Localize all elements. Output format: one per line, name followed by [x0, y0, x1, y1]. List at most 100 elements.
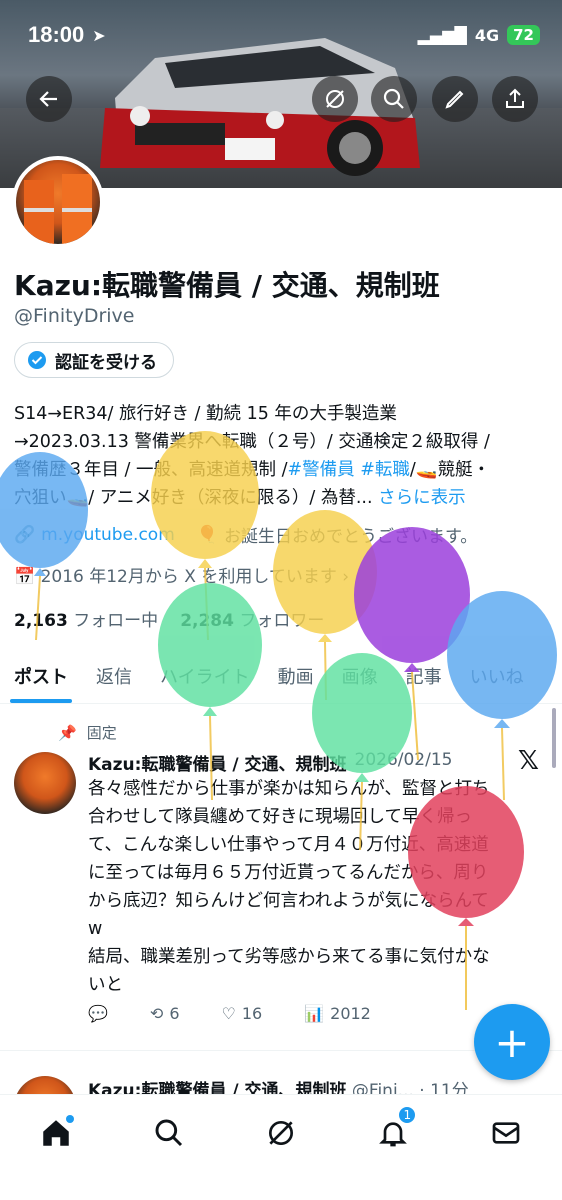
- followers-count: 2,284: [180, 611, 234, 631]
- bio-line: 穴狙い🚤/ アニメ好き（深夜に限る）/ 為替... さらに表示: [14, 484, 554, 512]
- network-label: 4G: [474, 25, 500, 45]
- follow-stats: 2,163 フォロー中 2,284 フォロワー: [14, 606, 324, 631]
- post-line: から底辺？知らんけど何言われようが気にならんて: [88, 891, 489, 911]
- pencil-icon: [445, 90, 464, 109]
- bio-text: /🚤競艇・: [409, 460, 491, 480]
- bio-line: →2023.03.13 警備業界へ転職（２号）/ 交通検定２級取得 /: [14, 432, 490, 452]
- repost-button[interactable]: ⟲ 6: [150, 1004, 180, 1023]
- joined-text: 2016 年12月から X を利用しています: [40, 567, 337, 587]
- following-label: フォロー中: [73, 611, 159, 631]
- nav-notifications[interactable]: 1: [373, 1105, 418, 1153]
- status-time: 18:00: [28, 22, 85, 47]
- bottom-navigation: 1: [0, 1094, 562, 1200]
- bio-text: 穴狙い🚤/ アニメ好き（深夜に限る）/ 為替...: [14, 488, 373, 508]
- pinned-indicator: 📌 固定: [58, 722, 117, 743]
- grok-icon: [268, 1121, 293, 1145]
- tab-posts[interactable]: ポスト: [0, 648, 82, 703]
- following-count: 2,163: [14, 611, 68, 631]
- like-button[interactable]: ♡ 16: [222, 1004, 263, 1023]
- nav-messages[interactable]: [486, 1113, 526, 1153]
- profile-meta: 🔗 m.youtube.com 🎈 お誕生日おめでとうございます。: [14, 522, 478, 548]
- post-text[interactable]: 各々感性だから仕事が楽かは知らんが、監督と打ち 合わせして隊員纏めて好きに現場回…: [88, 775, 550, 999]
- calendar-icon: 📅: [14, 567, 36, 587]
- profile-name: Kazu:転職警備員 / 交通、規制班: [14, 269, 440, 302]
- post-header: Kazu:転職警備員 / 交通、規制班 2026/02/15: [88, 750, 452, 775]
- tab-videos[interactable]: 動画: [264, 648, 328, 703]
- followers-link[interactable]: 2,284 フォロワー: [180, 606, 324, 631]
- tab-articles[interactable]: 記事: [392, 648, 456, 703]
- bio-text: 警備歴３年目 / 一般、高速道規制 /: [14, 460, 288, 480]
- battery-indicator: 72: [507, 25, 540, 45]
- location-icon: ➤: [92, 25, 106, 45]
- edit-button[interactable]: [432, 76, 478, 122]
- post-avatar[interactable]: [14, 752, 76, 814]
- post-line: いと: [88, 975, 123, 995]
- followers-label: フォロワー: [239, 611, 325, 631]
- repost-count: 6: [169, 1004, 180, 1023]
- get-verified-button[interactable]: 認証を受ける: [14, 342, 174, 378]
- profile-avatar[interactable]: [12, 156, 104, 248]
- verified-badge-icon: [28, 351, 46, 369]
- views-count: 2012: [330, 1004, 371, 1023]
- profile-tabs: ポスト 返信 ハイライト 動画 画像 記事 いいね: [0, 648, 562, 704]
- balloon-icon: 🎈: [196, 524, 218, 545]
- nav-search[interactable]: [149, 1113, 189, 1153]
- profile-bio: S14→ER34/ 旅行好き / 勤続 15 年の大手製造業 →2023.03.…: [14, 400, 554, 512]
- search-button[interactable]: [371, 76, 417, 122]
- birthday-text: お誕生日おめでとうございます。: [223, 527, 478, 547]
- post-line: に至っては毎月６５万付近貰ってるんだから、周り: [88, 863, 489, 883]
- tab-photos[interactable]: 画像: [328, 648, 392, 703]
- joined-date: 📅 2016 年12月から X を利用しています ›: [14, 562, 349, 587]
- avatar-image: [24, 174, 92, 244]
- heart-icon: ♡: [221, 1004, 236, 1023]
- bio-line: S14→ER34/ 旅行好き / 勤続 15 年の大手製造業: [14, 404, 397, 424]
- compose-button[interactable]: +: [474, 1004, 550, 1080]
- profile-handle: @FinityDrive: [14, 305, 135, 327]
- bio-line: 警備歴３年目 / 一般、高速道規制 /#警備員 #転職/🚤競艇・: [14, 456, 554, 484]
- nav-grok[interactable]: [261, 1113, 301, 1153]
- back-button[interactable]: [26, 76, 72, 122]
- get-verified-label: 認証を受ける: [55, 352, 157, 373]
- reply-icon: 💬: [88, 1004, 108, 1023]
- pin-icon: 📌: [58, 723, 77, 742]
- x-logo-icon[interactable]: 𝕏: [518, 746, 539, 776]
- status-bar: 18:00 ➤ ▂▄▆█ 4G 72: [0, 0, 562, 70]
- balloon-purple: [354, 527, 470, 761]
- share-icon: [506, 88, 524, 108]
- chevron-right-icon: ›: [342, 567, 350, 587]
- post-line: て、こんな楽しい仕事やって月４０万付近、高速道: [88, 835, 489, 855]
- link-icon: 🔗: [14, 524, 36, 545]
- post-date[interactable]: 2026/02/15: [355, 750, 453, 775]
- grok-icon: [326, 90, 344, 108]
- pinned-label: 固定: [86, 724, 117, 742]
- mail-icon: [492, 1122, 520, 1144]
- tab-highlights[interactable]: ハイライト: [146, 648, 264, 703]
- grok-button[interactable]: [312, 76, 358, 122]
- views-button[interactable]: 📊 2012: [304, 1004, 371, 1023]
- tab-likes[interactable]: いいね: [456, 648, 538, 703]
- nav-home[interactable]: [36, 1113, 76, 1153]
- post-line: 結局、職業差別って劣等感から来てる事に気付かな: [88, 947, 490, 967]
- post-line: 各々感性だから仕事が楽かは知らんが、監督と打ち: [88, 779, 490, 799]
- hashtag-link[interactable]: #転職: [360, 460, 410, 480]
- show-more-link[interactable]: さらに表示: [378, 488, 466, 508]
- reply-button[interactable]: 💬: [88, 1004, 108, 1023]
- search-icon: [155, 1119, 182, 1147]
- hashtag-link[interactable]: #警備員: [287, 460, 354, 480]
- following-link[interactable]: 2,163 フォロー中: [14, 606, 158, 631]
- arrow-left-icon: [39, 91, 57, 107]
- website-link[interactable]: m.youtube.com: [41, 525, 175, 545]
- post-author[interactable]: Kazu:転職警備員 / 交通、規制班: [88, 750, 347, 775]
- post-line: 合わせして隊員纏めて好きに現場回して早く帰っ: [88, 807, 472, 827]
- profile-banner[interactable]: 18:00 ➤ ▂▄▆█ 4G 72: [0, 0, 562, 188]
- scrollbar[interactable]: [552, 708, 556, 768]
- share-button[interactable]: [492, 76, 538, 122]
- tab-replies[interactable]: 返信: [82, 648, 146, 703]
- signal-icon: ▂▄▆█: [417, 25, 467, 45]
- search-icon: [383, 88, 404, 109]
- repost-icon: ⟲: [149, 1004, 164, 1023]
- views-icon: 📊: [304, 1004, 325, 1023]
- notification-badge: 1: [397, 1105, 418, 1125]
- like-count: 16: [241, 1004, 263, 1023]
- post-line: w: [88, 919, 103, 939]
